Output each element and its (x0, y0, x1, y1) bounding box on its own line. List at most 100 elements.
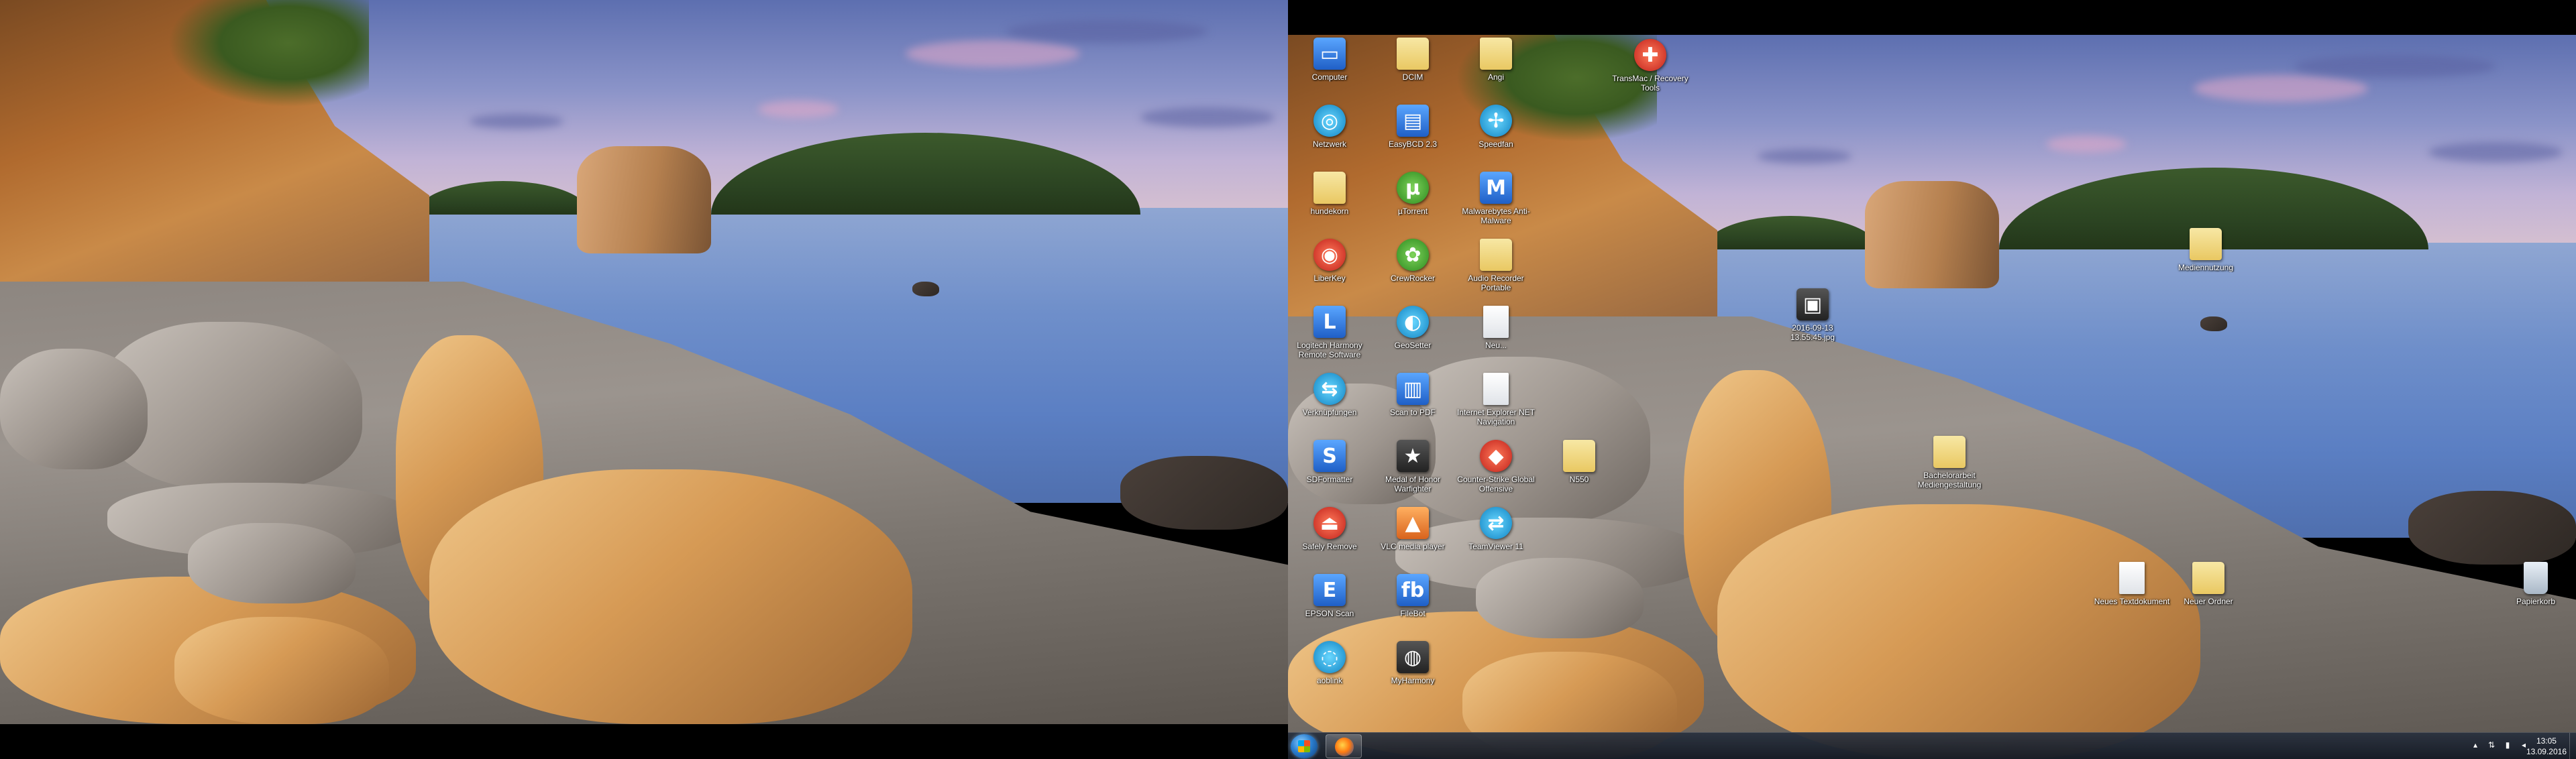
app-icon: ◉ (1313, 239, 1346, 271)
desktop-icon-label: TeamViewer 11 (1468, 542, 1523, 551)
desktop-icon-label: Safely Remove (1302, 542, 1357, 551)
desktop-icon[interactable]: fb FileBot (1371, 574, 1454, 638)
start-button[interactable] (1291, 734, 1318, 758)
monitor-top-black-bar (1288, 0, 2576, 35)
desktop-icon[interactable]: Bachelorarbeit Mediengestaltung (1908, 436, 1991, 500)
desktop-icon-label: Computer (1311, 72, 1348, 82)
desktop-icon[interactable]: DCIM (1371, 38, 1454, 102)
desktop-icon[interactable]: ◐ GeoSetter (1371, 306, 1454, 370)
desktop-icon[interactable]: S SDFormatter (1288, 440, 1371, 504)
desktop-icon[interactable]: µ µTorrent (1371, 172, 1454, 236)
desktop-icon[interactable]: ▤ EasyBCD 2.3 (1371, 105, 1454, 169)
wallpaper-left (0, 0, 1288, 724)
desktop-icon-label: CrewRocker (1390, 274, 1435, 283)
folder-icon (1933, 436, 1966, 468)
desktop-icon[interactable]: Neuer Ordner (2167, 562, 2250, 626)
firefox-icon (1335, 738, 1354, 756)
desktop-icon[interactable]: ✚ TransMac / Recovery Tools (1609, 39, 1692, 103)
desktop-icon[interactable]: ◍ MyHarmony (1371, 641, 1454, 705)
folder-icon (1480, 38, 1512, 70)
app-icon: ▤ (1397, 105, 1429, 137)
desktop-icon-label: Malwarebytes Anti-Malware (1462, 207, 1530, 225)
app-icon: ▥ (1397, 373, 1429, 405)
desktop-icon-label: LiberKey (1313, 274, 1346, 283)
desktop-icon[interactable]: Neues Textdokument (2090, 562, 2174, 626)
clock[interactable]: 13:05 13.09.2016 (2526, 736, 2567, 757)
app-icon: ★ (1397, 440, 1429, 472)
desktop-icon-label: Mediennutzung (2178, 263, 2234, 272)
show-desktop-button[interactable] (2569, 733, 2576, 759)
folder-icon (2190, 228, 2222, 260)
desktop-icon[interactable]: M Malwarebytes Anti-Malware (1454, 172, 1538, 236)
desktop-icon[interactable]: ▥ Scan to PDF (1371, 373, 1454, 437)
desktop-icon[interactable]: ✿ CrewRocker (1371, 239, 1454, 303)
app-icon: ✢ (1480, 105, 1512, 137)
desktop-icon-label: Neuer Ordner (2184, 597, 2233, 606)
app-icon: ◐ (1397, 306, 1429, 338)
desktop-icon[interactable]: Angi (1454, 38, 1538, 102)
desktop-icon[interactable]: ▭ Computer (1288, 38, 1371, 102)
taskbar-firefox-button[interactable] (1326, 734, 1362, 758)
desktop-icon-label: aoblink (1316, 676, 1343, 685)
desktop-icon[interactable]: hundekorn (1288, 172, 1371, 236)
desktop-icon-label: Counter-Strike Global Offensive (1457, 475, 1535, 493)
desktop-icon-label: µTorrent (1397, 207, 1428, 216)
desktop-icon-label: Neu... (1485, 341, 1507, 350)
desktop-icon[interactable]: ◎ Netzwerk (1288, 105, 1371, 169)
desktop-icon[interactable]: Audio Recorder Portable (1454, 239, 1538, 303)
desktop-icon-label: FileBot (1400, 609, 1426, 618)
desktop-icon-label: GeoSetter (1394, 341, 1432, 350)
document-icon (1483, 306, 1509, 338)
app-icon: ⇄ (1480, 507, 1512, 539)
app-icon: µ (1397, 172, 1429, 204)
document-icon (1483, 373, 1509, 405)
desktop-icon[interactable]: L Logitech Harmony Remote Software (1288, 306, 1371, 370)
desktop-icon[interactable]: Internet Explorer NET Navigation (1454, 373, 1538, 437)
desktop-icon-label: TransMac / Recovery Tools (1612, 74, 1688, 93)
desktop-icon-label: Papierkorb (2516, 597, 2556, 606)
desktop-icon-label: Audio Recorder Portable (1468, 274, 1524, 292)
desktop-icon[interactable]: ◌ aoblink (1288, 641, 1371, 705)
folder-icon (2192, 562, 2224, 594)
desktop-icon[interactable]: Neu... (1454, 306, 1538, 370)
desktop-icon-label: Scan to PDF (1389, 408, 1436, 417)
app-icon: ◎ (1313, 105, 1346, 137)
desktop-icon-label: Medal of Honor Warfighter (1385, 475, 1441, 493)
desktop-icon[interactable]: ◆ Counter-Strike Global Offensive (1454, 440, 1538, 504)
app-icon: ✿ (1397, 239, 1429, 271)
app-icon: ▭ (1313, 38, 1346, 70)
app-icon: E (1313, 574, 1346, 606)
app-icon: ⏏ (1313, 507, 1346, 539)
system-tray: ▴ ⇅ ▮ ◂ (2470, 740, 2529, 750)
tray-overflow-icon[interactable]: ▴ (2470, 740, 2481, 750)
network-icon[interactable]: ⇅ (2486, 740, 2497, 750)
desktop-icon[interactable]: ✢ Speedfan (1454, 105, 1538, 169)
app-icon: S (1313, 440, 1346, 472)
folder-icon (1563, 440, 1595, 472)
desktop-icon[interactable]: ⇆ Verknüpfungen (1288, 373, 1371, 437)
desktop-icon-label: Bachelorarbeit Mediengestaltung (1917, 471, 1982, 489)
desktop-icon[interactable]: N550 (1538, 440, 1621, 504)
desktop-icon-label: VLC media player (1381, 542, 1445, 551)
desktop-icon[interactable]: ▲ VLC media player (1371, 507, 1454, 571)
desktop-icon[interactable]: ▣ 2016-09-13 13.55.45.jpg (1771, 288, 1854, 353)
desktop-icon-label: Logitech Harmony Remote Software (1297, 341, 1362, 359)
desktop-icon[interactable]: Mediennutzung (2164, 228, 2247, 292)
windows-logo-icon (1298, 740, 1310, 752)
desktop-icon[interactable]: ⏏ Safely Remove (1288, 507, 1371, 571)
desktop-icon-label: Angi (1487, 72, 1505, 82)
desktop-icon[interactable]: ◉ LiberKey (1288, 239, 1371, 303)
battery-icon[interactable]: ▮ (2502, 740, 2513, 750)
folder-icon (1480, 239, 1512, 271)
desktop-icon[interactable]: ★ Medal of Honor Warfighter (1371, 440, 1454, 504)
desktop-icon[interactable]: E EPSON Scan (1288, 574, 1371, 638)
app-icon: fb (1397, 574, 1429, 606)
desktop-icon-label: MyHarmony (1391, 676, 1435, 685)
desktop-icon-label: Speedfan (1479, 139, 1513, 149)
desktop-icon-label: EPSON Scan (1305, 609, 1354, 618)
desktop-icon[interactable]: ⇄ TeamViewer 11 (1454, 507, 1538, 571)
app-icon: ◆ (1480, 440, 1512, 472)
desktop-icon-label: SDFormatter (1306, 475, 1353, 484)
desktop-icon-label: DCIM (1402, 72, 1424, 82)
desktop-icon[interactable]: Papierkorb (2494, 562, 2576, 626)
